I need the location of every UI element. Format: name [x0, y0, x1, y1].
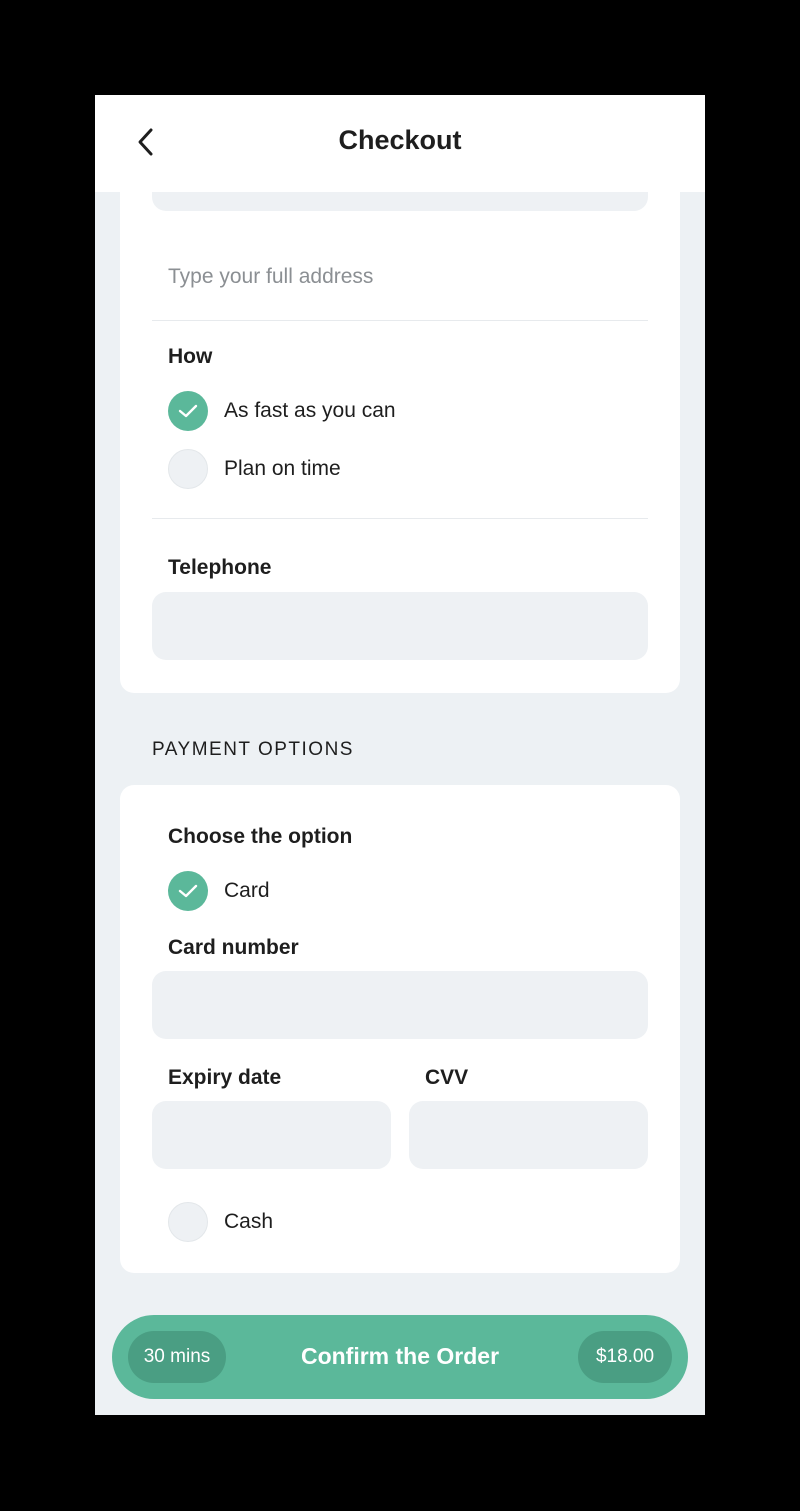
expiry-date-field[interactable] [152, 1101, 391, 1169]
telephone-field[interactable] [152, 592, 648, 660]
address-hint: Type your full address [168, 265, 374, 288]
radio-checked[interactable] [168, 871, 208, 911]
delivery-details-card: Type your full address How As fast as yo… [120, 145, 680, 693]
choose-option-label: Choose the option [168, 825, 353, 848]
payment-option-cash-label: Cash [224, 1210, 274, 1233]
radio-unchecked[interactable] [168, 1202, 208, 1242]
payment-card: Choose the option Card Card number Expir… [120, 785, 680, 1273]
payment-option-card-label: Card [224, 879, 270, 902]
header: Checkout [95, 95, 705, 192]
radio-checked[interactable] [168, 391, 208, 431]
cvv-field[interactable] [409, 1101, 648, 1169]
cvv-label: CVV [425, 1066, 469, 1089]
card-number-label: Card number [168, 936, 299, 959]
payment-option-cash[interactable]: Cash [168, 1202, 273, 1242]
telephone-label: Telephone [168, 556, 272, 579]
check-icon [178, 404, 198, 418]
delivery-option-plan-label: Plan on time [224, 457, 341, 480]
payment-section-title: PAYMENT OPTIONS [152, 739, 354, 760]
card-number-field[interactable] [152, 971, 648, 1039]
confirm-order-button[interactable]: 30 mins Confirm the Order $18.00 [112, 1315, 688, 1399]
divider [152, 518, 648, 519]
delivery-method-label: How [168, 345, 213, 368]
delivery-option-plan[interactable]: Plan on time [168, 449, 341, 489]
order-price-badge: $18.00 [578, 1331, 672, 1383]
delivery-option-fast[interactable]: As fast as you can [168, 391, 396, 431]
page-title: Checkout [338, 125, 462, 155]
delivery-option-fast-label: As fast as you can [224, 399, 396, 422]
check-icon [178, 884, 198, 898]
payment-option-card[interactable]: Card [168, 871, 270, 911]
radio-unchecked[interactable] [168, 449, 208, 489]
expiry-date-label: Expiry date [168, 1066, 282, 1089]
divider [152, 320, 648, 321]
checkout-screen: Type your full address How As fast as yo… [95, 95, 705, 1415]
